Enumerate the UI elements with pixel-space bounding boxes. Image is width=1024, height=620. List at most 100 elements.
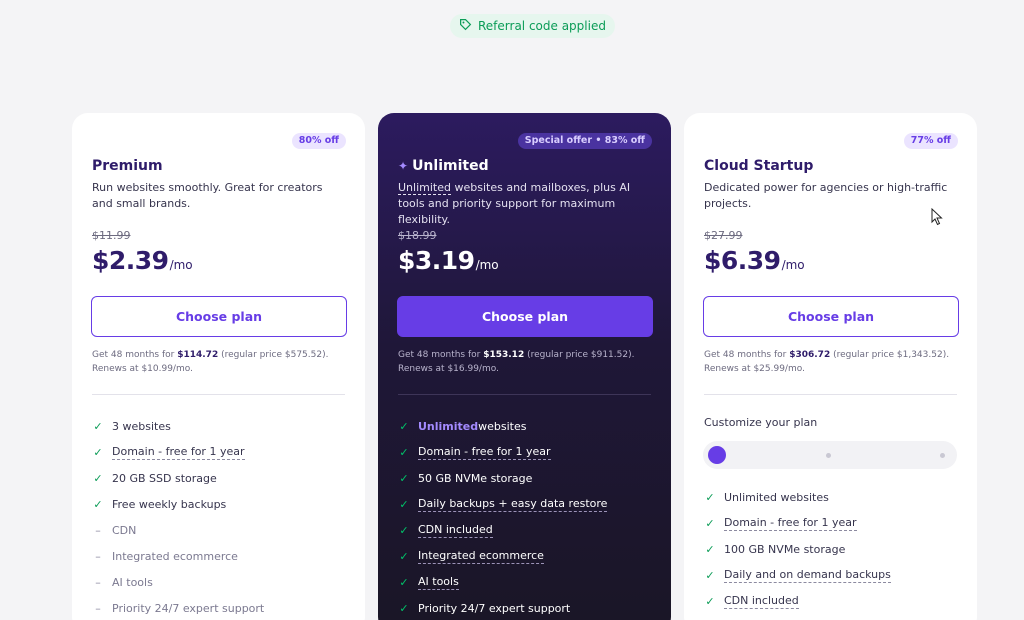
check-icon: ✓ — [399, 419, 409, 433]
feature-item[interactable]: ✓ Domain - free for 1 year — [92, 439, 355, 465]
feature-label: 100 GB NVMe storage — [724, 542, 846, 556]
plan-name: Cloud Startup — [704, 158, 813, 174]
feature-item: ✓ Unlimited websites — [398, 413, 661, 439]
referral-badge: Referral code applied — [450, 14, 615, 38]
divider — [398, 394, 651, 395]
discount-badge: Special offer • 83% off — [517, 133, 652, 149]
feature-label: Domain - free for 1 year — [724, 515, 857, 531]
check-icon: ✓ — [705, 542, 715, 556]
feature-label: Priority 24/7 expert support — [418, 601, 571, 615]
feature-item: – Priority 24/7 expert support — [92, 595, 355, 620]
tag-icon — [459, 18, 472, 34]
feature-item[interactable]: ✓ Integrated ecommerce — [398, 543, 661, 569]
feature-item[interactable]: ✓ Daily backups + easy data restore — [398, 491, 661, 517]
price: $2.39 /mo — [92, 246, 193, 275]
plan-card-premium: 80% off Premium Run websites smoothly. G… — [72, 113, 365, 620]
check-icon: ✓ — [399, 445, 409, 459]
feature-label: Unlimited websites — [724, 490, 829, 504]
old-price: $11.99 — [92, 229, 131, 242]
plan-name: ✦ Unlimited — [398, 158, 489, 174]
note-total: $114.72 — [177, 350, 219, 360]
note-total: $306.72 — [789, 350, 831, 360]
price-amount: $6.39 — [704, 246, 781, 275]
check-icon: ✓ — [399, 471, 409, 485]
feature-label: AI tools — [418, 574, 459, 590]
feature-item[interactable]: ✓ Daily and on demand backups — [704, 562, 967, 588]
divider — [704, 394, 957, 395]
check-icon: ✓ — [93, 497, 103, 511]
sparkle-icon: ✦ — [398, 159, 409, 173]
price: $3.19 /mo — [398, 246, 499, 275]
check-icon: ✓ — [93, 471, 103, 485]
referral-text: Referral code applied — [478, 19, 606, 33]
feature-item: ✓ 50 GB NVMe storage — [398, 465, 661, 491]
plan-description: Run websites smoothly. Great for creator… — [92, 181, 323, 210]
choose-plan-button[interactable]: Choose plan — [91, 296, 347, 337]
feature-highlight: Unlimited — [418, 419, 479, 433]
feature-item[interactable]: ✓ Domain - free for 1 year — [398, 439, 661, 465]
discount-badge: 77% off — [903, 133, 958, 149]
feature-item: ✓ Unlimited websites — [704, 484, 967, 510]
feature-item: ✓ 20 GB SSD storage — [92, 465, 355, 491]
check-icon: ✓ — [399, 523, 409, 537]
feature-label: 50 GB NVMe storage — [418, 471, 533, 485]
feature-list: ✓ 3 websites ✓ Domain - free for 1 year ✓ 2… — [92, 413, 355, 620]
price-amount: $3.19 — [398, 246, 475, 275]
choose-plan-button[interactable]: Choose plan — [703, 296, 959, 337]
feature-item[interactable]: ✓ CDN included — [398, 517, 661, 543]
check-icon: ✓ — [93, 445, 103, 459]
slider-step[interactable] — [826, 453, 831, 458]
plan-card-unlimited: Special offer • 83% off ✦ Unlimited Unli… — [378, 113, 671, 620]
pricing-page: Referral code applied 80% off Premium Ru… — [0, 0, 1024, 620]
price-period: /mo — [169, 258, 193, 272]
slider-knob[interactable] — [708, 446, 726, 464]
billing-note: Get 48 months for $306.72 (regular price… — [704, 348, 963, 376]
feature-item[interactable]: ✓ Domain - free for 1 year — [704, 510, 967, 536]
price-amount: $2.39 — [92, 246, 169, 275]
feature-label: Daily backups + easy data restore — [418, 496, 608, 512]
customize-label: Customize your plan — [704, 416, 818, 429]
slider-step[interactable] — [940, 453, 945, 458]
old-price: $27.99 — [704, 229, 743, 242]
plan-size-slider[interactable] — [703, 441, 957, 469]
note-total: $153.12 — [483, 350, 525, 360]
feature-label: Integrated ecommerce — [112, 549, 238, 563]
check-icon: ✓ — [705, 516, 715, 530]
feature-label: 20 GB SSD storage — [112, 471, 217, 485]
plan-name: Premium — [92, 158, 163, 174]
feature-item: – Integrated ecommerce — [92, 543, 355, 569]
feature-label: Daily and on demand backups — [724, 567, 891, 583]
mouse-cursor-icon — [931, 208, 943, 226]
plan-name-text: Unlimited — [412, 158, 489, 174]
feature-item: – CDN — [92, 517, 355, 543]
check-icon: ✓ — [399, 549, 409, 563]
price-period: /mo — [781, 258, 805, 272]
note-prefix: Get 48 months for — [704, 350, 790, 360]
feature-item[interactable]: ✓ CDN included — [704, 588, 967, 614]
choose-plan-button[interactable]: Choose plan — [397, 296, 653, 337]
plan-description: Dedicated power for agencies or high-tra… — [704, 181, 948, 210]
price: $6.39 /mo — [704, 246, 805, 275]
discount-badge: 80% off — [291, 133, 346, 149]
feature-label: CDN included — [418, 522, 493, 538]
description-highlight[interactable]: Unlimited — [398, 181, 451, 195]
feature-item[interactable]: ✓ AI tools — [398, 569, 661, 595]
price-period: /mo — [475, 258, 499, 272]
old-price: $18.99 — [398, 229, 437, 242]
feature-item: ✓ 100 GB NVMe storage — [704, 536, 967, 562]
feature-item: ✓ Free weekly backups — [92, 491, 355, 517]
check-icon: ✓ — [93, 419, 103, 433]
feature-label: Integrated ecommerce — [418, 548, 544, 564]
dash-icon: – — [95, 549, 101, 563]
dash-icon: – — [95, 601, 101, 615]
check-icon: ✓ — [399, 575, 409, 589]
check-icon: ✓ — [705, 490, 715, 504]
feature-label: Priority 24/7 expert support — [112, 601, 265, 615]
plan-card-cloud-startup: 77% off Cloud Startup Dedicated power fo… — [684, 113, 977, 620]
billing-note: Get 48 months for $114.72 (regular price… — [92, 348, 351, 376]
plan-description: Unlimited websites and mailboxes, plus A… — [398, 180, 651, 228]
dash-icon: – — [95, 523, 101, 537]
check-icon: ✓ — [399, 497, 409, 511]
plan-name-text: Premium — [92, 158, 163, 174]
note-prefix: Get 48 months for — [92, 350, 178, 360]
